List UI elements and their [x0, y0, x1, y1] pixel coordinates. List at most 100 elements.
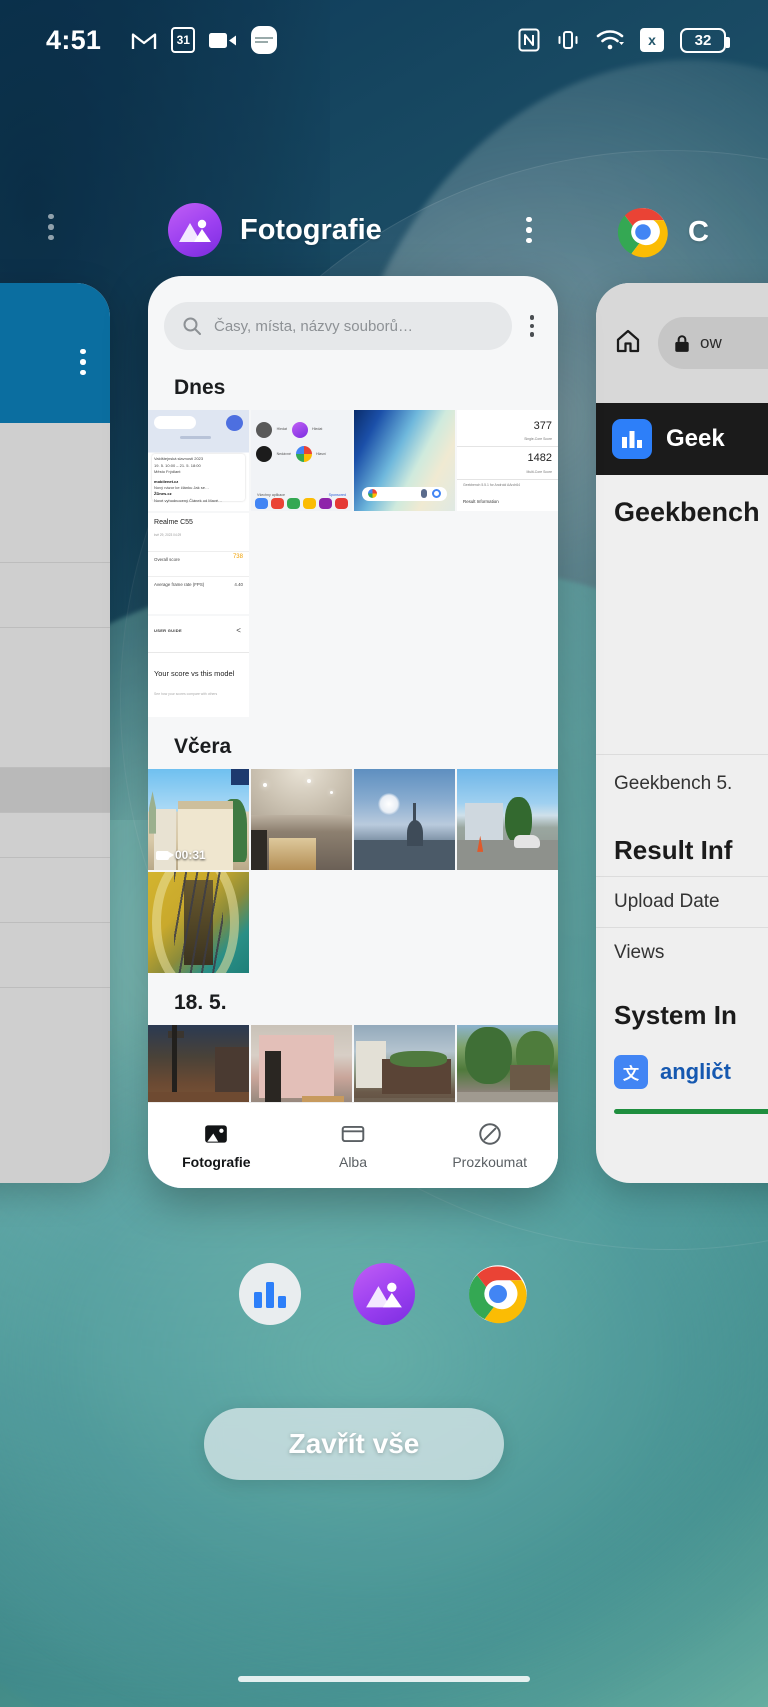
geekbench-single-core-value: 377: [533, 420, 552, 433]
task-card-chrome[interactable]: ow Geek Geekbench Geekbench 5. Result In…: [596, 283, 768, 1183]
photo-stairwell: [148, 872, 249, 973]
translate-language: angličt: [660, 1059, 731, 1084]
thumbnail-geekbench-scores[interactable]: 377 Single-Core Score 1482 Multi-Core Sc…: [457, 410, 558, 511]
google-translate-icon: 文: [614, 1055, 648, 1089]
geekbench-version-line: Geekbench 5.: [596, 754, 768, 813]
grid-empty-cell: [354, 616, 455, 717]
vibrate-icon: [556, 28, 580, 52]
homescreen-screenshot-render: [354, 410, 455, 511]
thumbnail-video-town[interactable]: 00:31: [148, 769, 249, 870]
status-clock: 4:51: [46, 24, 102, 55]
left-card-header-menu-icon[interactable]: [72, 345, 94, 379]
thumbnail-mall[interactable]: [251, 769, 352, 870]
system-information-heading: System In: [614, 1000, 737, 1030]
photo-mall-interior: [251, 769, 352, 870]
search-input[interactable]: Časy, místa, názvy souborů…: [164, 302, 512, 350]
table-row: 64: [0, 563, 110, 628]
gamebench-guide-render: USER GUIDE < Your score vs this model Se…: [148, 616, 249, 717]
dock-fotografie-icon[interactable]: [353, 1263, 415, 1325]
lock-icon: [675, 334, 689, 352]
dock-geekbench-icon[interactable]: [239, 1263, 301, 1325]
app-icon: [251, 26, 278, 54]
result-information-heading: Result Inf: [614, 835, 733, 865]
video-duration-text: 00:31: [175, 848, 206, 862]
thumbnail-gamebench-guide[interactable]: USER GUIDE < Your score vs this model Se…: [148, 616, 249, 717]
geekbench-multi-core-value: 1482: [527, 452, 552, 465]
url-bar[interactable]: ow: [658, 317, 768, 369]
video-camera-small-icon: [156, 850, 174, 860]
section-header-today: Dnes: [174, 376, 226, 399]
apps-label-4: Hlavní: [316, 451, 327, 456]
grid-empty-cell: [457, 513, 558, 614]
left-card-title-row: [40, 210, 62, 244]
dock-chrome-icon[interactable]: [467, 1263, 529, 1325]
thumbnail-gamebench-screenshot[interactable]: Realme C55 kvě 29, 2023 04:29 Overall sc…: [148, 513, 249, 614]
geekbench-logo-icon: [612, 419, 652, 459]
table-row: 1+ aarch64: [0, 858, 110, 923]
news-source-1: mobilenet.cz: [154, 479, 179, 485]
chrome-toolbar: ow: [596, 283, 768, 403]
geekbench-scores-render: 377 Single-Core Score 1482 Multi-Core Sc…: [457, 410, 558, 511]
thumbnail-street[interactable]: [457, 769, 558, 870]
search-icon: [183, 317, 201, 335]
geekbench-single-core-label: Single-Core Score: [524, 437, 552, 442]
thumbnail-stairwell[interactable]: [148, 872, 249, 973]
geekbench-scores-spacer: [596, 544, 768, 754]
apps-sponsored-label: Sponsored: [328, 492, 346, 497]
calendar-31-icon: 31: [171, 27, 196, 53]
navigation-gesture-pill[interactable]: [238, 1676, 530, 1682]
section-header-yesterday: Včera: [174, 735, 232, 758]
grid-empty-cell: [457, 616, 558, 717]
left-card-menu-icon[interactable]: [40, 210, 62, 244]
gamebench-compare-title: Your score vs this model: [154, 668, 235, 678]
search-placeholder: Časy, místa, názvy souborů…: [214, 317, 413, 335]
apps-screenshot-render: Hledat Hledat Nedávné Hlavní Všechny aplik…: [251, 410, 352, 511]
geekbench-site-title: Geek: [666, 425, 725, 452]
gamebench-fps-value: 4.40: [234, 581, 243, 587]
gamebench-compare-sub: See how your scores compare with others: [154, 691, 218, 696]
translate-bar[interactable]: 文 angličt: [596, 1041, 768, 1103]
tab-alba[interactable]: Alba: [285, 1121, 422, 1170]
left-card-header: CORE: [0, 283, 110, 423]
wifi-icon: [596, 29, 624, 51]
x-badge-icon: x: [640, 28, 664, 52]
geekbench-page-body: Geekbench Geekbench 5. Result Inf Upload…: [596, 475, 768, 1114]
news-screenshot-render: Valdštejnská slavnosti 2023 19. 5. 10:00…: [148, 410, 249, 511]
apps-label-3: Nedávné: [276, 451, 291, 456]
gamebench-date: kvě 29, 2023 04:29: [154, 533, 182, 538]
recents-app-dock: [0, 1262, 768, 1326]
tab-prozkoumat[interactable]: Prozkoumat: [421, 1121, 558, 1170]
photos-search-row: Časy, místa, názvy souborů…: [148, 276, 558, 358]
task-card-fotografie[interactable]: Časy, místa, názvy souborů… Dnes Valdšte…: [148, 276, 558, 1188]
photos-bottom-nav: Fotografie Alba Prozkoumat: [148, 1102, 558, 1188]
gamebench-screenshot-render: Realme C55 kvě 29, 2023 04:29 Overall sc…: [148, 513, 249, 614]
tab-fotografie[interactable]: Fotografie: [148, 1121, 285, 1170]
section-header-may18: 18. 5.: [174, 991, 227, 1014]
photos-overflow-menu-icon[interactable]: [522, 315, 542, 337]
tab-fotografie-label: Fotografie: [182, 1154, 251, 1170]
close-all-button[interactable]: Zavřít vše: [204, 1408, 504, 1480]
thumbnail-sky-building[interactable]: [354, 769, 455, 870]
thumbnail-apps-screenshot[interactable]: Hledat Hledat Nedávné Hlavní Všechny aplik…: [251, 410, 352, 511]
task-card-geekbench-left[interactable]: CORE 64 1+ aarch64 710: [0, 283, 110, 1183]
photo-sky-building: [354, 769, 455, 870]
center-card-title-row: Fotografie: [168, 203, 540, 257]
thumbnail-news-screenshot[interactable]: Valdštejnská slavnosti 2023 19. 5. 10:00…: [148, 410, 249, 511]
news-source-2: ŽDnes.cz: [154, 491, 172, 497]
geekbench-heading: Geekbench: [614, 497, 760, 527]
views-row: Views: [596, 927, 768, 978]
photos-icon: [205, 1125, 228, 1143]
translate-active-underline: [614, 1109, 768, 1114]
chrome-app-icon: [616, 205, 670, 259]
center-card-menu-icon[interactable]: [518, 213, 540, 247]
tab-alba-label: Alba: [338, 1154, 368, 1170]
apps-label-1: Hledat: [276, 427, 287, 432]
gamebench-user-guide: USER GUIDE: [154, 628, 182, 634]
thumbnail-homescreen-screenshot[interactable]: [354, 410, 455, 511]
table-row: 710: [0, 923, 110, 988]
grid-empty-cell: [251, 872, 352, 973]
table-row: [0, 768, 110, 813]
home-icon[interactable]: [612, 326, 644, 361]
battery-icon: 32: [680, 27, 730, 53]
upload-date-row: Upload Date: [596, 876, 768, 927]
